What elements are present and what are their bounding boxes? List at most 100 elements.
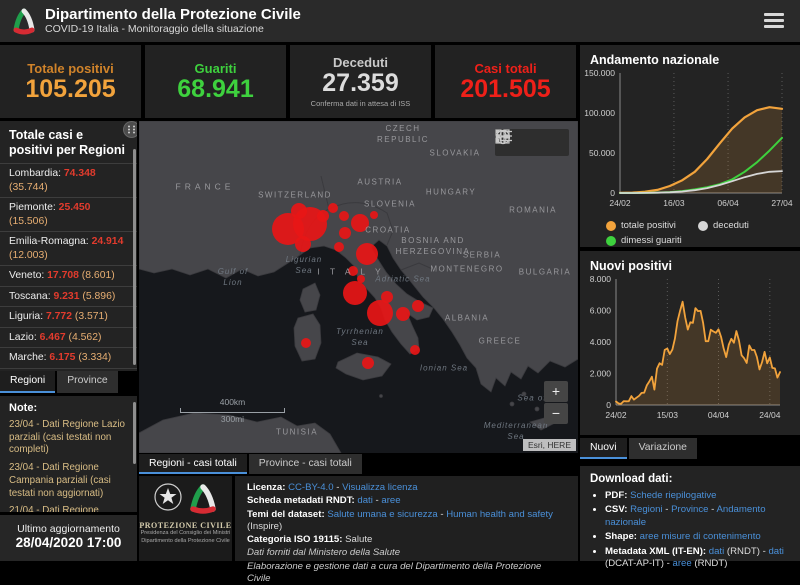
- legend-item: dimessi guariti: [606, 235, 682, 246]
- text-part: Categoria ISO 19115:: [247, 534, 346, 546]
- regions-panel-title: Totale casi e positivi per Regioni: [9, 128, 125, 157]
- link[interactable]: Salute umana e sicurezza: [327, 509, 437, 520]
- page-subtitle: COVID-19 Italia - Monitoraggio della sit…: [45, 23, 264, 36]
- region-positives: (8.601): [78, 270, 115, 282]
- x-tick-label: 27/04: [771, 198, 793, 208]
- link[interactable]: dati: [357, 495, 372, 506]
- y-tick-label: 4.000: [590, 337, 612, 347]
- region-row[interactable]: Emilia-Romagna: 24.914 (12.003): [0, 231, 137, 265]
- case-bubble[interactable]: [295, 236, 311, 252]
- legend-label: dimessi guariti: [621, 235, 682, 246]
- zoom-out-button[interactable]: −: [544, 403, 568, 424]
- note-line: 23/04 - Dati Regione Campania parziali (…: [9, 462, 111, 499]
- region-row[interactable]: Liguria: 7.772 (3.571): [0, 306, 137, 327]
- case-bubble[interactable]: [357, 275, 365, 283]
- protezione-civile-logo-icon: [9, 6, 39, 41]
- map-toolbar: [495, 129, 569, 156]
- tab-province[interactable]: Province: [57, 371, 118, 393]
- map-scalebar: 400km 300mi: [180, 397, 285, 424]
- panel-drag-handle-icon[interactable]: [123, 121, 137, 138]
- institution-logo-panel: PROTEZIONE CIVILE Presidenza del Consigl…: [139, 476, 232, 561]
- x-tick-label: 24/02: [609, 198, 631, 208]
- text-part: -: [333, 482, 343, 493]
- case-bubble[interactable]: [317, 210, 329, 222]
- notes-scrollbar[interactable]: [133, 402, 136, 464]
- region-row[interactable]: Piemonte: 25.450 (15.506): [0, 197, 137, 231]
- legend-item: deceduti: [698, 220, 788, 231]
- tab-regioni-casi-totali[interactable]: Regioni - casi totali: [139, 454, 247, 474]
- case-bubble[interactable]: [348, 266, 358, 276]
- case-bubble[interactable]: [328, 203, 338, 213]
- text-part: Scheda metadati RNDT:: [247, 495, 358, 507]
- zoom-in-button[interactable]: +: [544, 381, 568, 402]
- link[interactable]: Human health and safety: [446, 509, 553, 520]
- case-bubble[interactable]: [412, 300, 424, 312]
- link[interactable]: aree misure di contenimento: [640, 531, 761, 542]
- link[interactable]: Province: [671, 504, 708, 515]
- link[interactable]: aree: [381, 495, 400, 506]
- case-bubble[interactable]: [367, 300, 393, 326]
- italy-cases-map[interactable]: FRANCE SWITZERLAND I T A L Y AUSTRIA SLOVENI…: [139, 121, 578, 453]
- case-bubble[interactable]: [339, 211, 349, 221]
- case-bubble[interactable]: [396, 307, 410, 321]
- region-row[interactable]: Lazio: 6.467 (4.562): [0, 326, 137, 348]
- region-row[interactable]: Veneto: 17.708 (8.601): [0, 265, 137, 286]
- new-positives-chart[interactable]: 24/02 15/03 04/04 24/04 0 2.000 4.000 6.000 8.00…: [580, 273, 792, 425]
- license-line: Dati forniti dal Ministero della Salute: [247, 547, 566, 559]
- region-total: 7.772: [45, 311, 72, 323]
- link[interactable]: CC-BY-4.0: [288, 482, 334, 493]
- x-tick-label: 24/04: [759, 410, 781, 420]
- link[interactable]: Regioni: [630, 504, 663, 515]
- y-tick-label: 8.000: [590, 274, 612, 284]
- sidebar-tab-bar: Regioni Province: [0, 371, 137, 393]
- case-bubble[interactable]: [291, 203, 307, 219]
- national-trend-chart[interactable]: 24/02 16/03 06/04 27/04 0 50.000 100.000 150.00…: [580, 67, 793, 211]
- link[interactable]: aree: [673, 558, 692, 569]
- region-name: Piemonte:: [9, 202, 59, 214]
- case-bubble[interactable]: [381, 291, 393, 303]
- link[interactable]: dati: [709, 546, 724, 557]
- region-name: Emilia-Romagna:: [9, 236, 92, 248]
- stat-guariti: Guariti 68.941: [145, 45, 286, 118]
- national-trend-title: Andamento nazionale: [590, 53, 720, 67]
- text-part: CSV:: [605, 504, 631, 516]
- tab-variazione[interactable]: Variazione: [628, 438, 697, 459]
- region-row[interactable]: Toscana: 9.231 (5.896): [0, 285, 137, 307]
- legend-item: totale positivi: [606, 220, 698, 231]
- text-part: Temi del dataset:: [247, 508, 328, 520]
- tab-regioni[interactable]: Regioni: [0, 371, 56, 393]
- scale-km-label: 400km: [219, 397, 246, 407]
- case-bubble[interactable]: [334, 242, 344, 252]
- page-title: Dipartimento della Protezione Civile: [45, 6, 301, 23]
- text-part: (RNDT) -: [724, 545, 769, 557]
- hamburger-menu-icon[interactable]: [764, 13, 784, 28]
- apps-grid-icon[interactable]: [495, 129, 510, 144]
- license-line: Categoria ISO 19115: Salute: [247, 534, 566, 546]
- case-bubble[interactable]: [410, 345, 420, 355]
- stat-totale-positivi: Totale positivi 105.205: [0, 45, 141, 118]
- case-bubble[interactable]: [351, 214, 369, 232]
- case-bubble[interactable]: [343, 281, 367, 305]
- case-bubble[interactable]: [301, 338, 311, 348]
- region-row[interactable]: Lombardia: 74.348 (35.744): [0, 163, 137, 197]
- tab-province-casi-totali[interactable]: Province - casi totali: [248, 454, 362, 474]
- scale-line: [180, 408, 285, 413]
- case-bubble[interactable]: [356, 243, 378, 265]
- link[interactable]: dati: [768, 546, 783, 557]
- stat-deceduti: Deceduti 27.359 Conferma dati in attesa …: [290, 45, 431, 118]
- case-bubble[interactable]: [339, 227, 351, 239]
- case-bubble[interactable]: [362, 357, 374, 369]
- region-positives: (4.562): [65, 331, 102, 343]
- region-row[interactable]: Marche: 6.175 (3.334): [0, 347, 137, 368]
- region-list-scrollbar[interactable]: [133, 149, 136, 365]
- stat-casi-totali: Casi totali 201.505: [435, 45, 576, 118]
- download-panel: Download dati: PDF: Schede riepilogative…: [580, 466, 800, 569]
- new-positives-tab-bar: Nuovi Variazione: [580, 438, 800, 459]
- download-item: Shape: aree misure di contenimento: [605, 531, 790, 543]
- case-bubble[interactable]: [370, 211, 378, 219]
- legend-dot-icon: [606, 235, 616, 246]
- link[interactable]: Schede riepilogative: [630, 490, 716, 501]
- link[interactable]: Visualizza licenza: [342, 482, 418, 493]
- last-update-label: Ultimo aggiornamento: [17, 523, 120, 535]
- tab-nuovi[interactable]: Nuovi: [580, 438, 627, 459]
